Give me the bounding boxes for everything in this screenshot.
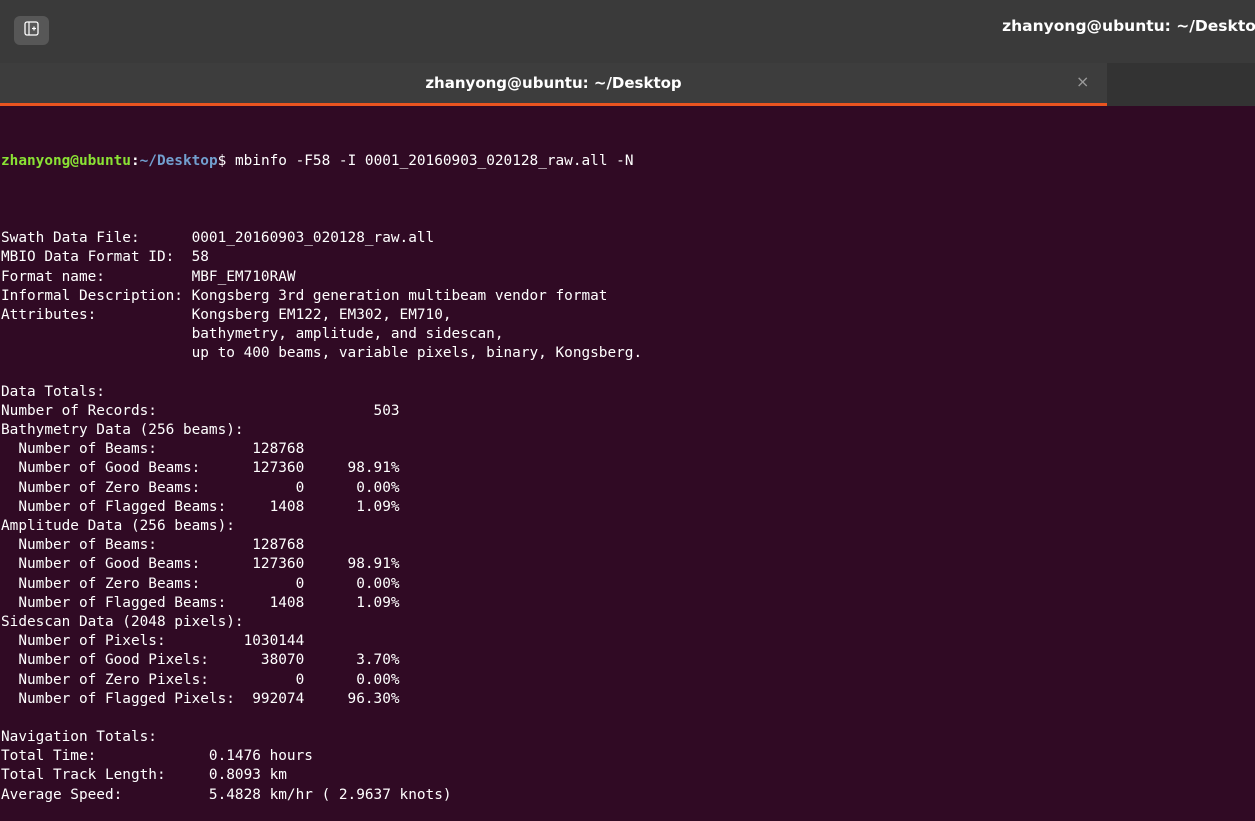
output-line: Sidescan Data (2048 pixels): — [1, 613, 244, 630]
output-line: bathymetry, amplitude, and sidescan, — [1, 326, 504, 343]
output-line: Total Time: 0.1476 hours — [1, 748, 313, 765]
output-line: Bathymetry Data (256 beams): — [1, 422, 244, 439]
output-line: Informal Description: Kongsberg 3rd gene… — [1, 287, 608, 304]
prompt-line: zhanyong@ubuntu:~/Desktop$ mbinfo -F58 -… — [1, 152, 642, 171]
terminal-lines: zhanyong@ubuntu:~/Desktop$ mbinfo -F58 -… — [1, 114, 642, 821]
output-line: Number of Zero Beams: 0 0.00% — [1, 479, 400, 496]
new-tab-icon — [24, 20, 39, 41]
new-tab-button[interactable] — [14, 16, 49, 45]
output-line: Format name: MBF_EM710RAW — [1, 268, 296, 285]
output-line: Number of Zero Beams: 0 0.00% — [1, 575, 400, 592]
command-output: Swath Data File: 0001_20160903_020128_ra… — [1, 210, 642, 805]
terminal-window: zhanyong@ubuntu: ~/Desktop zhanyong@ubun… — [0, 0, 1255, 821]
output-line: Data Totals: — [1, 383, 105, 400]
output-line: Navigation Totals: — [1, 729, 157, 746]
output-line: Number of Flagged Beams: 1408 1.09% — [1, 594, 400, 611]
tab-bar: zhanyong@ubuntu: ~/Desktop × — [0, 63, 1255, 106]
output-line: Number of Flagged Beams: 1408 1.09% — [1, 498, 400, 515]
output-line: Total Track Length: 0.8093 km — [1, 767, 287, 784]
close-icon[interactable]: × — [1076, 72, 1089, 92]
window-title: zhanyong@ubuntu: ~/Desktop — [1002, 17, 1255, 35]
terminal-output-area[interactable]: zhanyong@ubuntu:~/Desktop$ mbinfo -F58 -… — [0, 106, 1255, 821]
output-line: Number of Beams: 128768 — [1, 441, 305, 458]
output-line: Amplitude Data (256 beams): — [1, 518, 235, 534]
prompt-user-host: zhanyong@ubuntu — [1, 153, 131, 170]
command-text: mbinfo -F58 -I 0001_20160903_020128_raw.… — [234, 153, 634, 170]
prompt-separator: : — [130, 153, 140, 170]
output-line: Number of Good Beams: 127360 98.91% — [1, 556, 400, 573]
output-line: Attributes: Kongsberg EM122, EM302, EM71… — [1, 306, 452, 323]
output-line: Number of Flagged Pixels: 992074 96.30% — [1, 690, 400, 707]
output-line: Swath Data File: 0001_20160903_020128_ra… — [1, 230, 435, 247]
output-line: up to 400 beams, variable pixels, binary… — [1, 345, 643, 362]
output-line: Number of Beams: 128768 — [1, 537, 305, 554]
title-bar: zhanyong@ubuntu: ~/Desktop — [0, 0, 1255, 63]
output-line: Average Speed: 5.4828 km/hr ( 2.9637 kno… — [1, 786, 452, 803]
tab-desktop[interactable]: zhanyong@ubuntu: ~/Desktop × — [0, 63, 1107, 103]
output-line: Number of Good Pixels: 38070 3.70% — [1, 652, 400, 669]
output-line: Number of Records: 503 — [1, 402, 400, 419]
output-line: MBIO Data Format ID: 58 — [1, 249, 209, 266]
header-bar: zhanyong@ubuntu: ~/Desktop — [0, 0, 1255, 63]
output-line: Number of Pixels: 1030144 — [1, 633, 305, 650]
output-line: Number of Good Beams: 127360 98.91% — [1, 460, 400, 477]
prompt-symbol: $ — [217, 153, 235, 170]
prompt-path: ~/Desktop — [139, 153, 218, 170]
tab-label: zhanyong@ubuntu: ~/Desktop — [425, 74, 682, 92]
output-line: Number of Zero Pixels: 0 0.00% — [1, 671, 400, 688]
